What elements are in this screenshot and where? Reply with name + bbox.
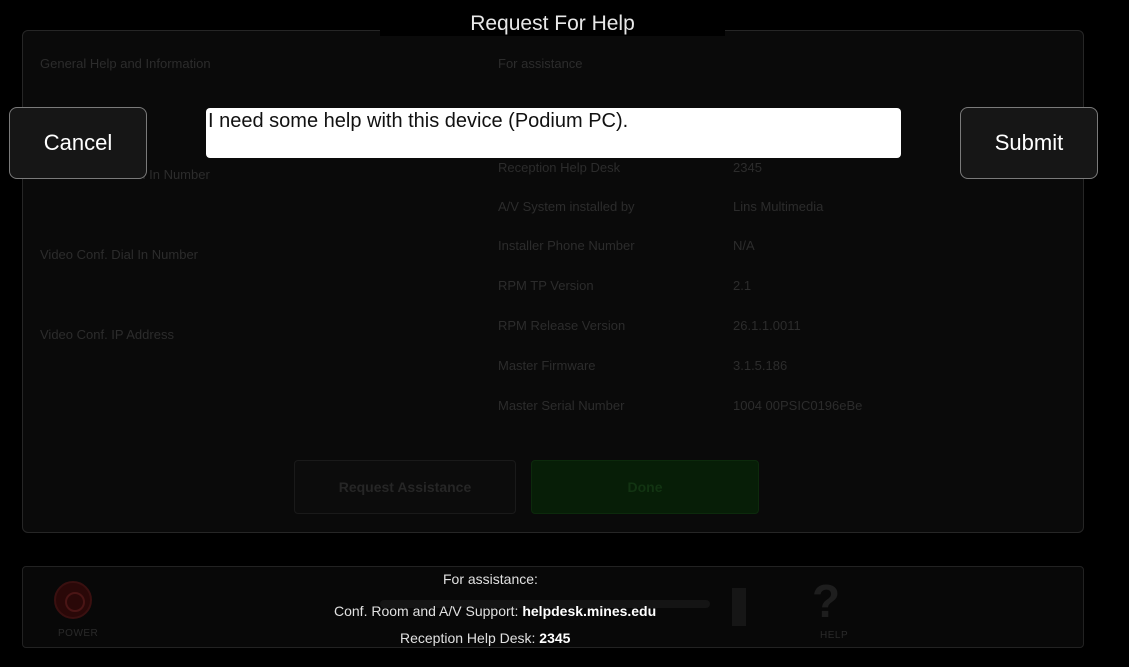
info-label-tp-version: RPM TP Version xyxy=(498,278,594,293)
av-support-row: Conf. Room and A/V Support: helpdesk.min… xyxy=(334,603,656,619)
submit-button[interactable]: Submit xyxy=(960,107,1098,179)
info-value-master-firmware: 3.1.5.186 xyxy=(733,358,788,373)
power-label: POWER xyxy=(58,628,99,639)
help-question-icon: ? xyxy=(812,575,841,627)
av-support-value: helpdesk.mines.edu xyxy=(522,603,657,619)
volume-bar-icon xyxy=(732,588,746,626)
general-help-heading: General Help and Information xyxy=(40,56,211,71)
av-support-label: Conf. Room and A/V Support: xyxy=(334,603,519,619)
reception-row: Reception Help Desk: 2345 xyxy=(400,630,570,646)
left-item-video-ip: Video Conf. IP Address xyxy=(40,327,174,342)
info-label-installer-phone: Installer Phone Number xyxy=(498,238,635,253)
info-value-master-serial: 1004 00PSIC0196eBe xyxy=(733,398,863,413)
help-label: HELP xyxy=(820,630,849,641)
cancel-button-label: Cancel xyxy=(43,130,113,155)
modal-title: Request For Help xyxy=(380,12,725,36)
reception-value: 2345 xyxy=(539,630,571,646)
done-button: Done xyxy=(531,460,759,514)
info-value-tp-version: 2.1 xyxy=(733,278,752,293)
help-message-input[interactable]: I need some help with this device (Podiu… xyxy=(206,108,901,158)
info-label-installer: A/V System installed by xyxy=(498,199,635,214)
info-value-installer: Lins Multimedia xyxy=(733,199,824,214)
info-value-release-version: 26.1.1.0011 xyxy=(733,318,801,333)
info-label-release-version: RPM Release Version xyxy=(498,318,626,333)
assistance-heading: For assistance: xyxy=(443,571,538,587)
help-message-value: I need some help with this device (Podiu… xyxy=(208,110,629,132)
info-value-installer-phone: N/A xyxy=(733,238,755,253)
submit-button-label: Submit xyxy=(994,130,1064,155)
request-assistance-button: Request Assistance xyxy=(294,460,516,514)
left-item-video-dial-in: Video Conf. Dial In Number xyxy=(40,247,199,262)
info-value-reception: 2345 xyxy=(733,160,762,175)
cancel-button[interactable]: Cancel xyxy=(9,107,147,179)
for-assistance-heading: For assistance xyxy=(498,56,583,71)
info-label-master-serial: Master Serial Number xyxy=(498,398,625,413)
info-label-reception: Reception Help Desk xyxy=(498,160,621,175)
info-label-master-firmware: Master Firmware xyxy=(498,358,596,373)
power-icon xyxy=(54,581,92,619)
reception-label: Reception Help Desk: xyxy=(400,630,536,646)
